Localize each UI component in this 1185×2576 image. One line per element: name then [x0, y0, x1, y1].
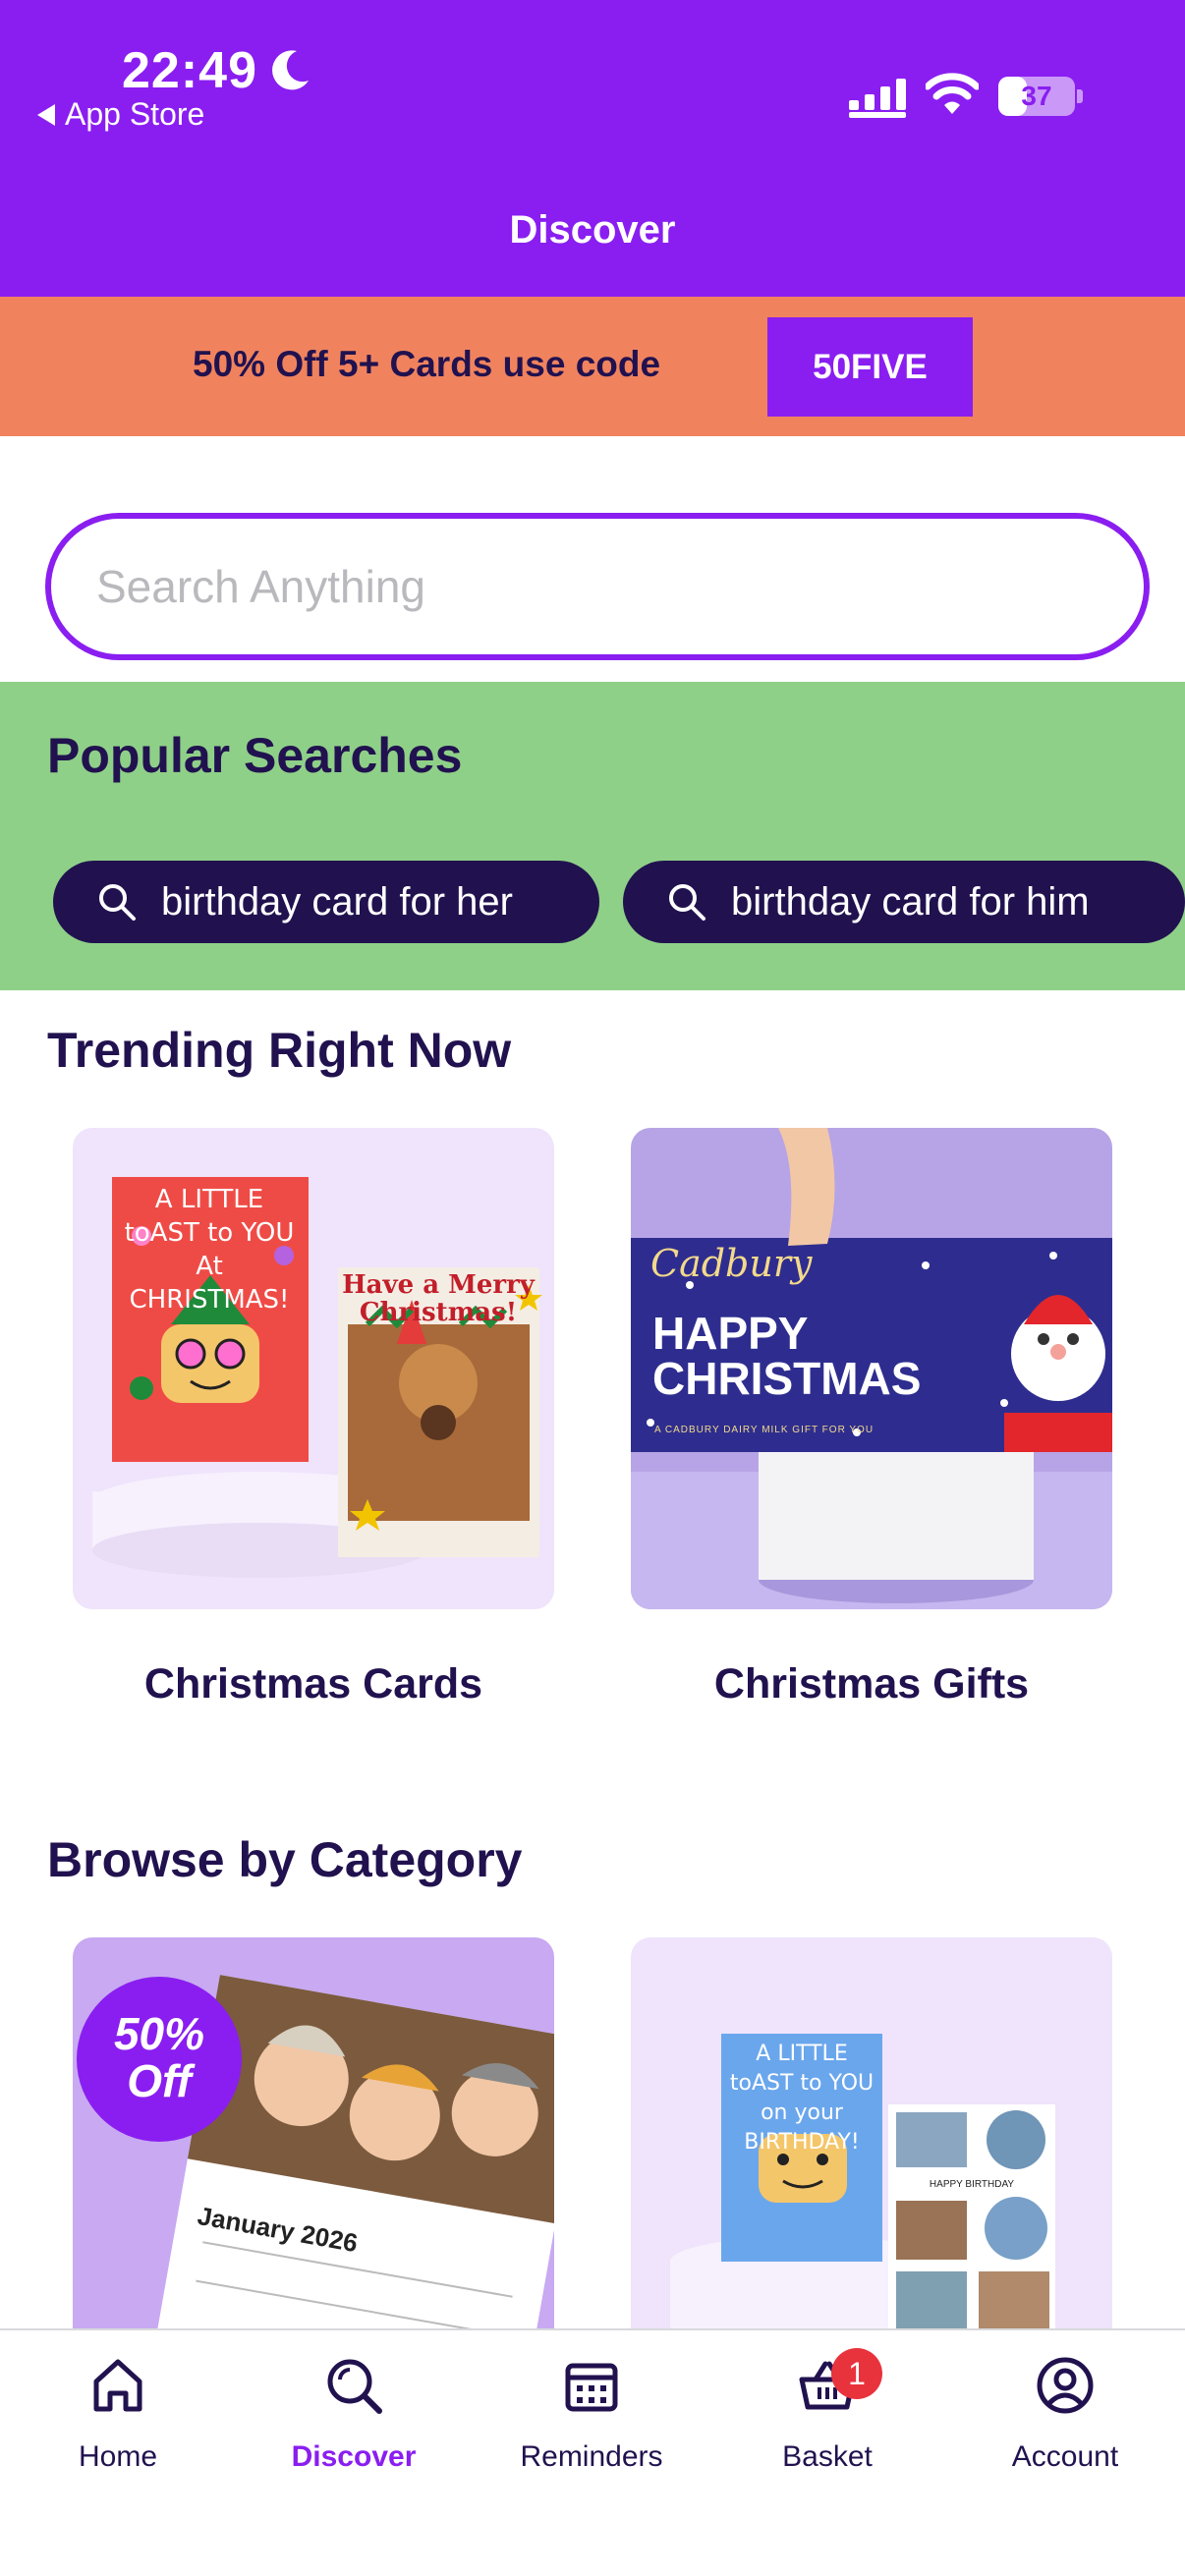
battery-indicator: 37	[998, 77, 1083, 116]
tab-account[interactable]: Account	[947, 2330, 1183, 2527]
tab-label: Reminders	[520, 2440, 663, 2473]
popular-search-chip[interactable]: birthday card for him	[623, 861, 1185, 943]
promo-banner: 50% Off 5+ Cards use code 50FIVE	[0, 297, 1185, 436]
tab-label: Home	[78, 2440, 158, 2473]
popular-search-chip[interactable]: birthday card for her	[53, 861, 599, 943]
page-title: Discover	[509, 208, 676, 252]
home-icon	[93, 2359, 142, 2412]
collage-text: HAPPY BIRTHDAY	[929, 2179, 1015, 2190]
popular-searches-title: Popular Searches	[47, 728, 463, 783]
tab-discover[interactable]: Discover	[236, 2330, 472, 2527]
christmas-gifts-tile[interactable]: Cadbury HAPPY CHRISTMAS A CADBURY DAIRY …	[631, 1128, 1112, 1609]
tab-label: Account	[1011, 2440, 1119, 2473]
calendars-tile[interactable]: 50% Off January 2026	[73, 1937, 554, 2328]
calendar-image	[77, 1975, 554, 2328]
discover-icon	[327, 2359, 382, 2414]
card-front-text: A LITTLE toAST to YOU At CHRISTMAS!	[124, 1185, 295, 1315]
birthday-card-text: A LITTLE toAST to YOU on your BIRTHDAY!	[729, 2042, 875, 2155]
calendar-icon	[565, 2363, 618, 2412]
account-icon	[1037, 2357, 1094, 2414]
search-bar[interactable]	[45, 513, 1150, 660]
tab-reminders[interactable]: Reminders	[474, 2330, 709, 2527]
battery-level: 37	[1021, 81, 1052, 111]
gift-headline: HAPPY CHRISTMAS	[652, 1308, 922, 1404]
gift-small-print: A CADBURY DAIRY MILK GIFT FOR YOU	[654, 1425, 875, 1435]
search-icon	[99, 884, 136, 921]
search-input[interactable]	[96, 519, 1099, 654]
chip-label: birthday card for him	[731, 879, 1090, 924]
app-header: 22:49 App Store 37 Discover	[0, 0, 1185, 297]
basket-count-badge: 1	[831, 2348, 882, 2399]
cellular-signal-icon	[849, 79, 906, 118]
popular-searches-section: Popular Searches birthday card for her b…	[0, 682, 1185, 990]
back-to-app-store[interactable]: App Store	[37, 96, 204, 133]
wifi-icon	[926, 73, 979, 114]
search-icon	[669, 884, 705, 921]
tab-label: Basket	[782, 2440, 873, 2473]
birthday-cards-tile[interactable]: A LITTLE toAST to YOU on your BIRTHDAY! …	[631, 1937, 1112, 2328]
tab-home[interactable]: Home	[0, 2330, 236, 2527]
promo-code-button[interactable]: 50FIVE	[767, 317, 973, 417]
browse-title: Browse by Category	[47, 1832, 523, 1887]
dog-card-text: Have a Merry Christmas!	[342, 1270, 535, 1327]
moon-icon	[272, 50, 309, 90]
discount-badge: 50% Off	[113, 2008, 205, 2106]
cadbury-brand: Cadbury	[650, 1242, 813, 1285]
trending-title: Trending Right Now	[47, 1023, 512, 1078]
chip-label: birthday card for her	[161, 879, 513, 924]
christmas-gifts-label[interactable]: Christmas Gifts	[631, 1660, 1112, 1708]
bottom-tab-bar: Home Discover Reminders 1 Basket Account	[0, 2328, 1185, 2576]
status-time: 22:49	[122, 42, 257, 99]
christmas-cards-label[interactable]: Christmas Cards	[73, 1660, 554, 1708]
promo-text: 50% Off 5+ Cards use code	[193, 344, 661, 384]
tab-basket[interactable]: 1 Basket	[709, 2330, 945, 2527]
tab-label: Discover	[291, 2440, 417, 2473]
christmas-cards-tile[interactable]: A LITTLE toAST to YOU At CHRISTMAS! Have…	[73, 1128, 554, 1609]
back-label: App Store	[65, 96, 205, 132]
back-arrow-icon	[37, 103, 55, 126]
